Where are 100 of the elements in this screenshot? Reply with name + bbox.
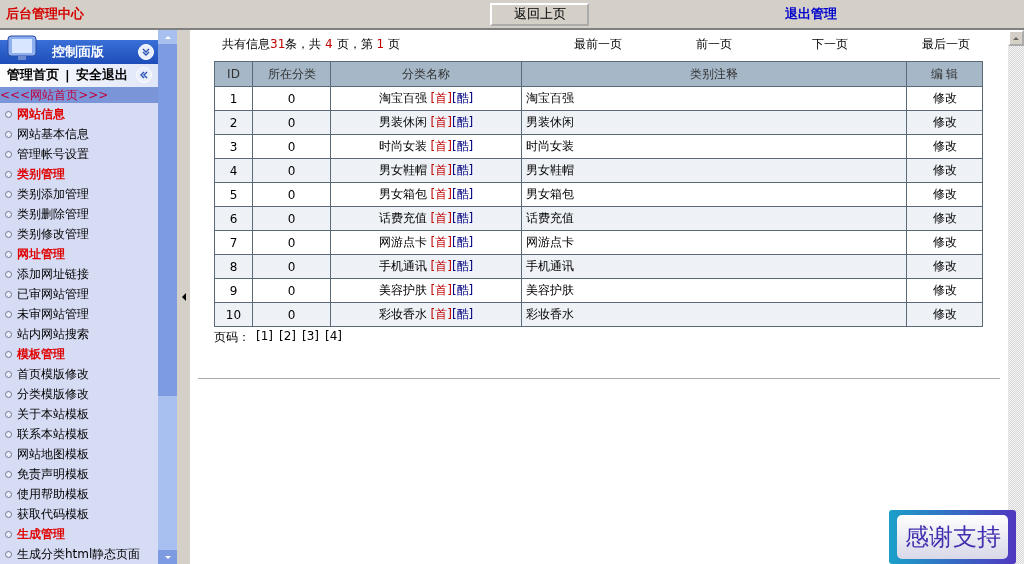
table-cell: 网游点卡	[521, 230, 907, 255]
scroll-up-icon	[164, 35, 171, 39]
hide-button[interactable]	[135, 67, 152, 84]
double-chevron-icon	[139, 71, 148, 80]
cool-flag-link[interactable]: [酷]	[451, 235, 474, 249]
menu-item[interactable]: 分类模版修改	[0, 384, 158, 404]
column-header: 类别注释	[521, 61, 907, 87]
cool-flag-link[interactable]: [酷]	[451, 187, 474, 201]
page-link[interactable]: [2]	[279, 329, 296, 346]
column-header: 分类名称	[330, 61, 522, 87]
table-cell: 10	[214, 302, 253, 327]
category-name: 淘宝百强	[378, 91, 427, 105]
table-cell: 6	[214, 206, 253, 231]
menu-heading[interactable]: 生成管理	[0, 524, 158, 544]
category-name: 男女鞋帽	[378, 163, 427, 177]
home-flag-link[interactable]: [首]	[430, 259, 452, 273]
menu-item[interactable]: 网站基本信息	[0, 124, 158, 144]
menu-item[interactable]: 类别添加管理	[0, 184, 158, 204]
category-name: 美容护肤	[378, 283, 427, 297]
menu-heading[interactable]: 网站信息	[0, 104, 158, 124]
menu-item[interactable]: 已审网站管理	[0, 284, 158, 304]
category-name: 网游点卡	[378, 235, 427, 249]
scroll-up-button[interactable]	[1008, 30, 1024, 46]
page-nav-link[interactable]: 最前一页	[540, 35, 656, 53]
record-summary: 共有信息31条，共 4 页，第 1 页	[222, 35, 401, 53]
column-header: 所在分类	[252, 61, 331, 87]
cool-flag-link[interactable]: [酷]	[451, 211, 474, 225]
collapse-arrow-icon	[181, 293, 186, 301]
category-name: 男女箱包	[378, 187, 427, 201]
menu-item[interactable]: 未审网站管理	[0, 304, 158, 324]
menu-item[interactable]: 免责声明模板	[0, 464, 158, 484]
cool-flag-link[interactable]: [酷]	[451, 259, 474, 273]
menu-item[interactable]: 生成分类html静态页面	[0, 544, 158, 564]
pager-label: 页码：	[214, 329, 250, 346]
menu-item[interactable]: 管理帐号设置	[0, 144, 158, 164]
exit-link[interactable]: 安全退出	[75, 66, 128, 85]
menu-item[interactable]: 使用帮助模板	[0, 484, 158, 504]
menu-item[interactable]: 联系本站模板	[0, 424, 158, 444]
menu-item[interactable]: 关于本站模板	[0, 404, 158, 424]
table-cell: 手机通讯	[521, 254, 907, 279]
logout-link[interactable]: 退出管理	[785, 5, 837, 23]
category-name: 男装休闲	[378, 115, 427, 129]
thanks-badge[interactable]: 感谢支持	[889, 510, 1016, 564]
cool-flag-link[interactable]: [酷]	[451, 115, 474, 129]
cool-flag-link[interactable]: [酷]	[451, 163, 474, 177]
table-cell: 9	[214, 278, 253, 303]
menu-item[interactable]: 首页模版修改	[0, 364, 158, 384]
table-cell: 4	[214, 158, 253, 183]
menu-heading[interactable]: 模板管理	[0, 344, 158, 364]
double-chevron-icon	[142, 47, 150, 56]
table-cell: 5	[214, 182, 253, 207]
cool-flag-link[interactable]: [酷]	[451, 283, 474, 297]
category-name: 时尚女装	[378, 139, 427, 153]
table-cell: 2	[214, 110, 253, 135]
home-flag-link[interactable]: [首]	[430, 307, 452, 321]
cool-flag-link[interactable]: [酷]	[451, 139, 474, 153]
home-link[interactable]: 管理首页	[7, 66, 59, 85]
table-cell: 话费充值	[521, 206, 907, 231]
home-flag-link[interactable]: [首]	[430, 91, 452, 105]
home-flag-link[interactable]: [首]	[430, 211, 452, 225]
page-link[interactable]: [1]	[256, 329, 273, 346]
page-scrollbar[interactable]	[1008, 30, 1024, 564]
app-title: 后台管理中心	[6, 5, 85, 23]
table-cell: 男装休闲	[521, 110, 907, 135]
back-button[interactable]: 返回上页	[490, 2, 589, 26]
menu-heading[interactable]: 网址管理	[0, 244, 158, 264]
menu-item[interactable]: 类别删除管理	[0, 204, 158, 224]
menu-item[interactable]: 网站地图模板	[0, 444, 158, 464]
page-nav-link[interactable]: 前一页	[656, 35, 772, 53]
page-link[interactable]: [4]	[325, 329, 342, 346]
table-cell: 彩妆香水	[521, 302, 907, 327]
scroll-down-icon	[164, 555, 171, 559]
table-cell: 3	[214, 134, 253, 159]
menu-item[interactable]: 添加网址链接	[0, 264, 158, 284]
table-cell: 时尚女装	[521, 134, 907, 159]
home-flag-link[interactable]: [首]	[430, 187, 452, 201]
column-header: 编 辑	[906, 61, 983, 87]
table-cell: 1	[214, 86, 253, 111]
page-link[interactable]: [3]	[302, 329, 319, 346]
menu-item[interactable]: 获取代码模板	[0, 504, 158, 524]
collapse-button[interactable]	[138, 43, 154, 60]
page-nav-link[interactable]: 最后一页	[888, 35, 1004, 53]
table-cell: 淘宝百强	[521, 86, 907, 111]
home-flag-link[interactable]: [首]	[430, 283, 452, 297]
monitor-icon	[6, 34, 40, 62]
cool-flag-link[interactable]: [酷]	[451, 307, 474, 321]
sidebar-scrollbar[interactable]	[158, 30, 177, 564]
home-flag-link[interactable]: [首]	[430, 139, 452, 153]
home-flag-link[interactable]: [首]	[430, 115, 452, 129]
menu-item[interactable]: 类别修改管理	[0, 224, 158, 244]
table-cell: 8	[214, 254, 253, 279]
menu-item[interactable]: 站内网站搜索	[0, 324, 158, 344]
table-cell: 7	[214, 230, 253, 255]
scroll-up-icon	[1013, 36, 1019, 40]
separator: |	[65, 67, 70, 83]
menu-heading[interactable]: 类别管理	[0, 164, 158, 184]
home-flag-link[interactable]: [首]	[430, 235, 452, 249]
home-flag-link[interactable]: [首]	[430, 163, 452, 177]
cool-flag-link[interactable]: [酷]	[451, 91, 474, 105]
page-nav-link[interactable]: 下一页	[772, 35, 888, 53]
